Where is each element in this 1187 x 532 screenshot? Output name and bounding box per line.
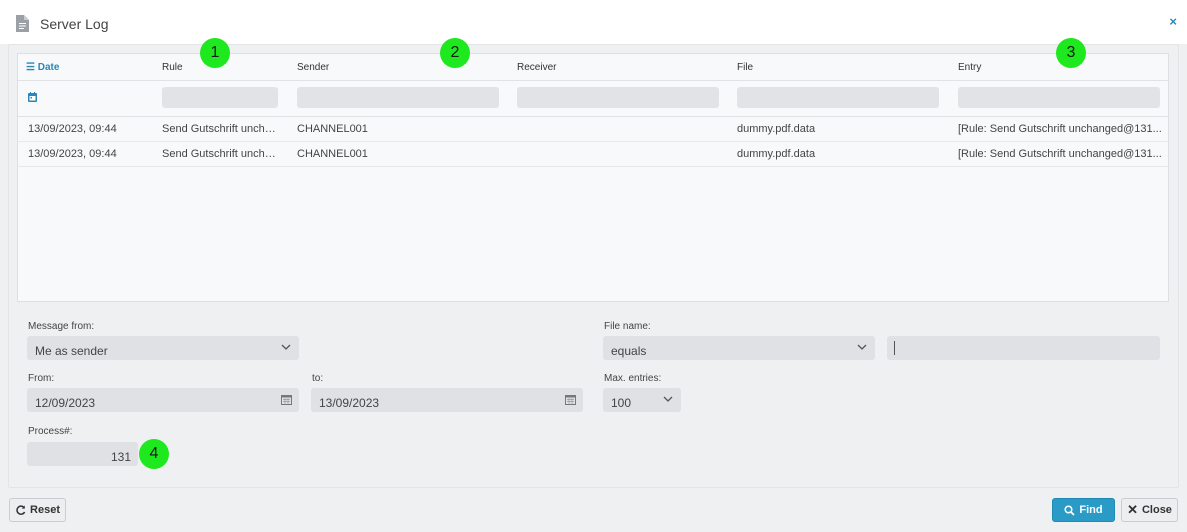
column-header-date[interactable]: ☰ Date [26, 62, 59, 73]
window-close-icon[interactable]: × [1169, 14, 1177, 29]
refresh-icon [16, 504, 26, 515]
chevron-down-icon [281, 344, 291, 350]
filter-file-input[interactable] [737, 87, 939, 108]
cell-entry: [Rule: Send Gutschrift unchanged@131... [958, 148, 1162, 160]
close-icon: ✕ [1127, 502, 1138, 517]
menu-icon: ☰ [26, 62, 35, 73]
filter-sender-input[interactable] [297, 87, 499, 108]
find-button[interactable]: Find [1052, 498, 1115, 522]
table-row[interactable]: 13/09/2023, 09:44 Send Gutschrift unchan… [18, 116, 1168, 142]
from-label: From: [28, 373, 55, 384]
title-bar: Server Log × [0, 0, 1187, 44]
document-icon [16, 15, 29, 32]
cell-date: 13/09/2023, 09:44 [28, 123, 117, 135]
cell-sender: CHANNEL001 [297, 148, 368, 160]
column-header-receiver[interactable]: Receiver [517, 62, 556, 73]
calendar-filter-icon[interactable] [28, 92, 37, 102]
reset-button[interactable]: Reset [9, 498, 66, 522]
filter-rule-input[interactable] [162, 87, 278, 108]
table-row[interactable]: 13/09/2023, 09:44 Send Gutschrift unchan… [18, 141, 1168, 167]
message-from-label: Message from: [28, 321, 95, 332]
message-from-select[interactable]: Me as sender [27, 336, 299, 360]
filter-entry-input[interactable] [958, 87, 1160, 108]
window-title: Server Log [40, 16, 109, 32]
max-entries-label: Max. entries: [604, 373, 662, 384]
text-cursor [894, 341, 895, 355]
close-button[interactable]: ✕ Close [1121, 498, 1178, 522]
log-table: ☰ Date Rule Sender Receiver File Entry 1… [17, 53, 1169, 302]
annotation-badge-1: 1 [200, 38, 230, 68]
filter-receiver-input[interactable] [517, 87, 719, 108]
cell-file: dummy.pdf.data [737, 148, 816, 160]
max-entries-select[interactable]: 100 [603, 388, 681, 412]
file-name-label: File name: [604, 321, 651, 332]
annotation-badge-4: 4 [139, 439, 169, 469]
annotation-badge-3: 3 [1056, 38, 1086, 68]
table-header: ☰ Date Rule Sender Receiver File Entry [18, 54, 1168, 81]
cell-rule: Send Gutschrift unchanged [162, 148, 276, 160]
calendar-icon[interactable] [565, 394, 576, 405]
search-icon [1064, 504, 1075, 516]
chevron-down-icon [663, 396, 673, 402]
cell-entry: [Rule: Send Gutschrift unchanged@131... [958, 123, 1162, 135]
calendar-icon[interactable] [281, 394, 292, 405]
filter-row [18, 80, 1168, 117]
cell-sender: CHANNEL001 [297, 123, 368, 135]
process-label: Process#: [28, 426, 73, 437]
cell-file: dummy.pdf.data [737, 123, 816, 135]
chevron-down-icon [857, 344, 867, 350]
column-header-entry[interactable]: Entry [958, 62, 981, 73]
column-header-rule[interactable]: Rule [162, 62, 183, 73]
cell-rule: Send Gutschrift unchanged [162, 123, 276, 135]
to-date-input[interactable]: 13/09/2023 [311, 388, 583, 412]
column-header-file[interactable]: File [737, 62, 753, 73]
process-number-input[interactable]: 131 [27, 442, 138, 466]
annotation-badge-2: 2 [440, 38, 470, 68]
cell-date: 13/09/2023, 09:44 [28, 148, 117, 160]
to-label: to: [312, 373, 324, 384]
file-name-input[interactable] [887, 336, 1160, 360]
column-header-sender[interactable]: Sender [297, 62, 329, 73]
file-name-operator-select[interactable]: equals [603, 336, 875, 360]
from-date-input[interactable]: 12/09/2023 [27, 388, 299, 412]
